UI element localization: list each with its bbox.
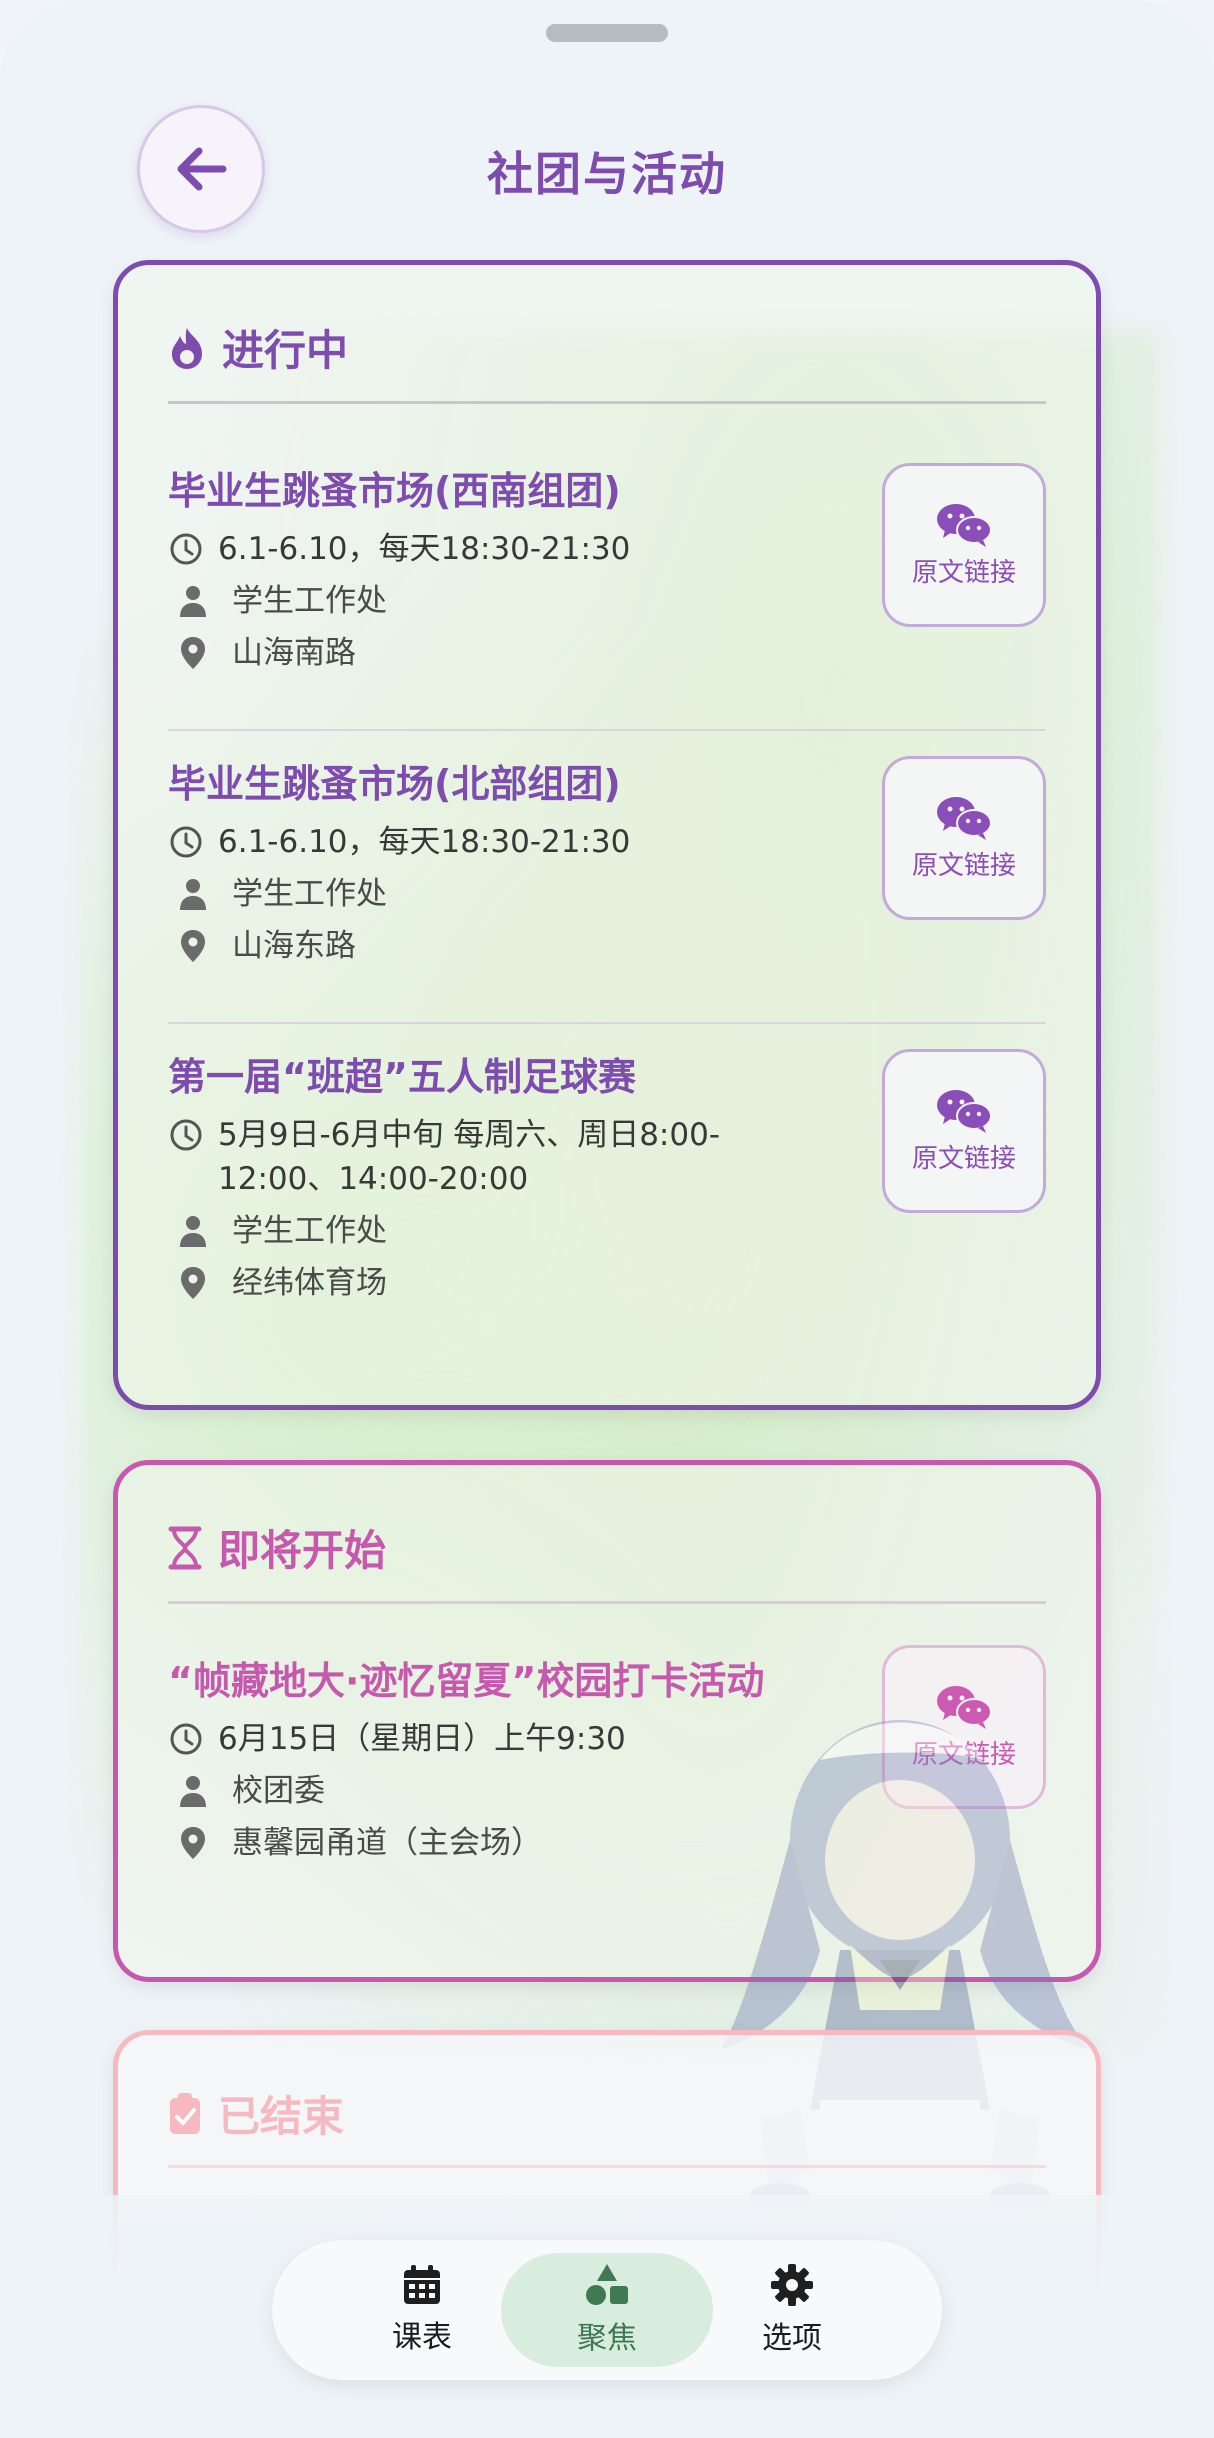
event-item: 毕业生跳蚤市场(西南组团) 6.1-6.10，每天18:30-21:30 学生工… bbox=[168, 463, 1046, 675]
upcoming-section-header: 即将开始 bbox=[168, 1517, 386, 1578]
original-link-button[interactable]: 原文链接 bbox=[882, 463, 1046, 627]
person-icon bbox=[168, 1209, 218, 1253]
wechat-icon bbox=[937, 796, 992, 840]
fire-icon bbox=[172, 327, 202, 369]
item-divider bbox=[168, 1022, 1046, 1024]
nav-item-focus[interactable]: 聚焦 bbox=[501, 2253, 713, 2367]
map-pin-icon bbox=[168, 1261, 218, 1305]
nav-label: 选项 bbox=[762, 2321, 822, 2356]
event-item: 毕业生跳蚤市场(北部组团) 6.1-6.10，每天18:30-21:30 学生工… bbox=[168, 756, 1046, 968]
map-pin-icon bbox=[168, 924, 218, 968]
ended-section-title: 已结束 bbox=[218, 2092, 345, 2141]
bottom-sheet: 社团与活动 进行中 毕业生跳蚤市场(西南组团) 6.1-6.10，每天18:30… bbox=[0, 0, 1214, 2438]
ongoing-section-header: 进行中 bbox=[168, 317, 348, 378]
section-divider bbox=[168, 401, 1046, 404]
clock-icon bbox=[168, 820, 204, 864]
nav-label: 聚焦 bbox=[577, 2321, 637, 2356]
upcoming-section-title: 即将开始 bbox=[218, 1526, 387, 1575]
original-link-button[interactable]: 原文链接 bbox=[882, 756, 1046, 920]
clock-icon bbox=[168, 527, 204, 571]
wechat-icon bbox=[937, 503, 992, 547]
bottom-navigation: 课表 聚焦 选项 bbox=[272, 2240, 942, 2380]
calendar-icon bbox=[404, 2265, 440, 2304]
clipboard-check-icon bbox=[170, 2092, 200, 2134]
event-location: 山海东路 bbox=[168, 924, 1046, 968]
section-divider bbox=[168, 2165, 1046, 2168]
original-link-button[interactable]: 原文链接 bbox=[882, 1049, 1046, 1213]
nav-item-schedule[interactable]: 课表 bbox=[316, 2253, 528, 2367]
section-divider bbox=[168, 1601, 1046, 1604]
event-location: 经纬体育场 bbox=[168, 1261, 1046, 1305]
map-pin-icon bbox=[168, 631, 218, 675]
person-icon bbox=[168, 1769, 218, 1813]
ended-section-header: 已结束 bbox=[168, 2083, 344, 2144]
map-pin-icon bbox=[168, 1821, 218, 1865]
event-item: 第一届“班超”五人制足球赛 5月9日-6月中旬 每周六、周日8:00-12:00… bbox=[168, 1049, 1046, 1305]
gear-icon bbox=[771, 2264, 813, 2306]
item-divider bbox=[168, 729, 1046, 731]
wechat-icon bbox=[937, 1089, 992, 1133]
person-icon bbox=[168, 872, 218, 916]
clock-icon bbox=[168, 1113, 204, 1157]
page-title: 社团与活动 bbox=[487, 147, 727, 201]
clock-icon bbox=[168, 1717, 204, 1761]
sheet-drag-handle[interactable] bbox=[546, 24, 668, 42]
ongoing-section-card: 进行中 毕业生跳蚤市场(西南组团) 6.1-6.10，每天18:30-21:30… bbox=[113, 260, 1101, 1410]
hourglass-icon bbox=[168, 1526, 202, 1569]
person-icon bbox=[168, 579, 218, 623]
event-organizer: 学生工作处 bbox=[168, 1209, 1046, 1253]
event-location: 山海南路 bbox=[168, 631, 1046, 675]
nav-item-options[interactable]: 选项 bbox=[686, 2253, 898, 2367]
shapes-icon bbox=[586, 2264, 628, 2305]
nav-label: 课表 bbox=[392, 2320, 452, 2355]
ongoing-section-title: 进行中 bbox=[222, 326, 349, 375]
